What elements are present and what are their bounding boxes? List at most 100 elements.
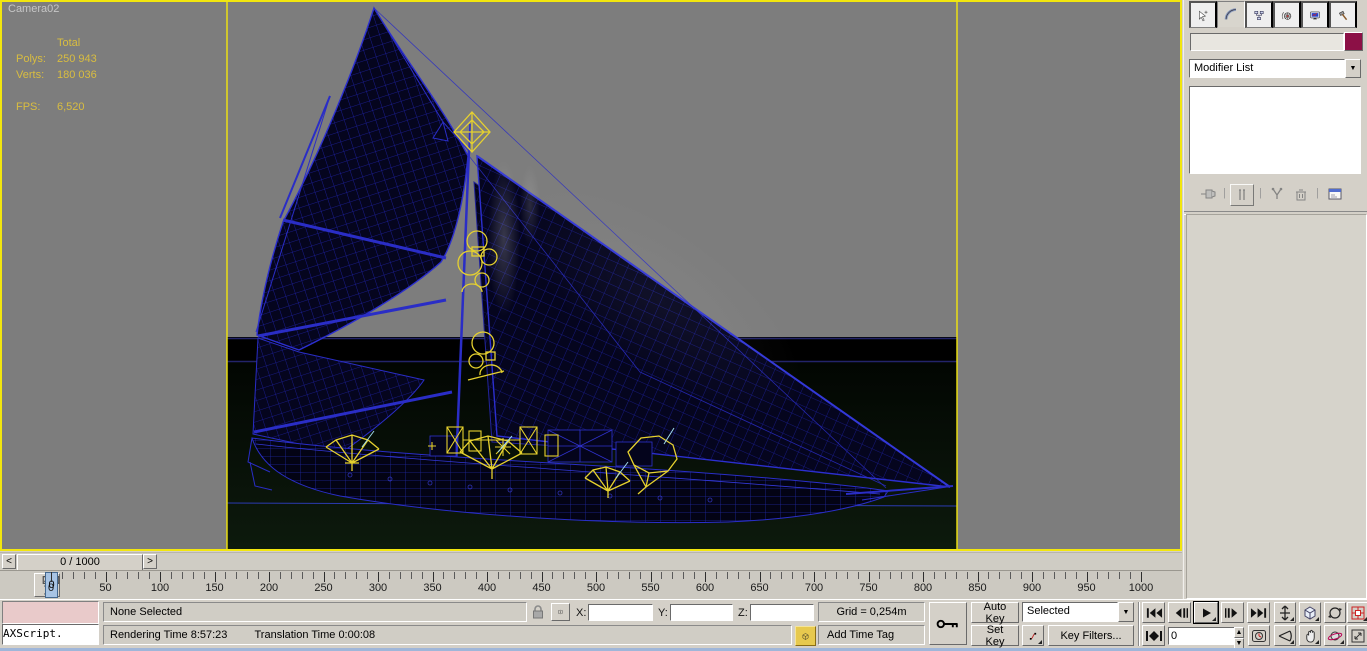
set-key-button[interactable]: Set Key — [971, 624, 1019, 648]
trackbar-ruler[interactable]: 0 0 50 100 150 200 250 300 350 400 450 500 550 600 65… — [0, 570, 1182, 600]
adaptive-degradation-toggle[interactable] — [795, 626, 816, 646]
modifier-list-dropdown[interactable]: Modifier List ▼ — [1189, 59, 1361, 78]
selection-lock-toggle[interactable] — [531, 604, 545, 623]
zoom-button[interactable] — [1274, 602, 1296, 623]
y-coordinate-field[interactable] — [670, 604, 733, 621]
tangent-curve-icon — [1029, 632, 1037, 640]
ruler-tick — [51, 572, 52, 582]
key-mode-dropdown[interactable]: Selected ▼ — [1022, 602, 1134, 622]
ruler-tick — [356, 572, 358, 579]
pin-stack-button[interactable] — [1197, 185, 1219, 205]
ruler-tick — [160, 572, 161, 582]
add-time-tag[interactable]: Add Time Tag — [818, 625, 925, 645]
ruler-tick-label: 800 — [913, 582, 933, 594]
orbit-button[interactable] — [1324, 625, 1346, 646]
ruler-tick — [933, 572, 935, 579]
configure-modifier-sets-button[interactable] — [1324, 185, 1346, 205]
tab-modify[interactable] — [1217, 1, 1245, 28]
absolute-mode-icon — [558, 609, 563, 615]
modifier-list-dropdown-button[interactable]: ▼ — [1345, 59, 1361, 78]
z-coordinate-field[interactable] — [750, 604, 814, 621]
object-name-field[interactable] — [1190, 33, 1344, 51]
zoom-extents-button[interactable] — [1299, 602, 1321, 623]
ruler-tick-label: 950 — [1077, 582, 1096, 594]
ruler-tick-label: 200 — [259, 582, 279, 594]
tab-hierarchy[interactable] — [1245, 1, 1273, 28]
maxscript-listener-output[interactable] — [2, 601, 99, 624]
maximize-viewport-toggle[interactable] — [1347, 625, 1367, 646]
key-icon — [936, 619, 958, 628]
play-button[interactable] — [1193, 601, 1219, 624]
flyout-corner — [1340, 640, 1344, 644]
ruler-tick — [955, 572, 957, 579]
ruler-tick — [443, 572, 445, 579]
time-configuration-clock-icon — [1252, 629, 1266, 642]
remove-modifier-button[interactable] — [1290, 185, 1312, 205]
ruler-tick-label: 650 — [750, 582, 769, 594]
time-slider-prev-button[interactable]: < — [2, 554, 16, 569]
go-to-start-button[interactable] — [1142, 602, 1165, 623]
key-mode-selected-value: Selected — [1022, 602, 1118, 622]
set-keys-button[interactable] — [929, 602, 967, 645]
spinner-up-icon[interactable]: ▲ — [1234, 627, 1244, 638]
time-slider-next-button[interactable]: > — [143, 554, 157, 569]
stats-fps-value: 6,520 — [57, 101, 85, 113]
grid-size-display: Grid = 0,254m — [818, 602, 925, 622]
motion-wheel-icon — [1281, 11, 1292, 20]
pan-button[interactable] — [1299, 625, 1321, 646]
auto-key-button[interactable]: Auto Key — [971, 601, 1019, 625]
time-configuration-button[interactable] — [1248, 625, 1270, 646]
ruler-tick — [1141, 572, 1142, 582]
ruler-tick — [563, 572, 565, 579]
key-mode-toggle-button[interactable] — [1142, 625, 1165, 646]
show-end-result-button[interactable] — [1230, 184, 1254, 206]
maxscript-listener-input[interactable]: AXScript. — [2, 624, 99, 645]
ruler-tick — [705, 572, 706, 582]
go-to-end-button[interactable] — [1247, 602, 1270, 623]
tab-utilities[interactable] — [1329, 1, 1357, 28]
key-filters-button[interactable]: Key Filters... — [1048, 625, 1134, 646]
ruler-tick-label: 500 — [586, 582, 606, 594]
chevron-right-icon: > — [147, 555, 153, 567]
key-mode-dropdown-button[interactable]: ▼ — [1118, 602, 1134, 622]
ruler-tick — [1086, 572, 1088, 582]
ruler-tick — [301, 572, 303, 579]
next-frame-button[interactable] — [1221, 602, 1244, 623]
camera-viewport[interactable]: Camera02 Total Polys: 250 943 Verts: 180… — [0, 0, 1182, 551]
create-arrow-icon — [1199, 10, 1208, 21]
z-coordinate-label: Z: — [738, 607, 748, 619]
ruler-tick — [541, 572, 543, 582]
x-coordinate-field[interactable] — [588, 604, 653, 621]
make-unique-button[interactable] — [1266, 185, 1288, 205]
tab-create[interactable] — [1189, 1, 1217, 28]
y-coordinate-label: Y: — [658, 607, 668, 619]
ruler-tick — [138, 572, 140, 579]
viewport-label[interactable]: Camera02 — [8, 3, 59, 15]
orbit-camera-button[interactable] — [1324, 602, 1346, 623]
modifier-stack-toolbar: | | | — [1184, 183, 1367, 207]
ruler-tick-label: 250 — [314, 582, 333, 594]
zoom-extents-all-button[interactable] — [1347, 602, 1367, 623]
tab-display[interactable] — [1301, 1, 1329, 28]
ruler-tick — [323, 572, 325, 582]
ruler-tick — [61, 572, 63, 579]
ruler-tick — [824, 572, 826, 579]
tab-motion[interactable] — [1273, 1, 1301, 28]
previous-frame-button[interactable] — [1168, 602, 1191, 623]
field-of-view-button[interactable] — [1274, 625, 1296, 646]
ruler-tick — [170, 572, 172, 579]
ruler-tick — [334, 572, 336, 579]
object-color-swatch[interactable] — [1344, 32, 1363, 51]
ruler-tick-label: 700 — [804, 582, 824, 594]
make-unique-icon — [1271, 187, 1283, 199]
frame-spinner[interactable]: ▲ ▼ — [1234, 627, 1244, 649]
absolute-mode-transform-toggle[interactable] — [551, 603, 570, 621]
ruler-tick — [269, 572, 270, 582]
default-tangents-button[interactable] — [1022, 625, 1044, 646]
ruler-tick — [105, 572, 107, 582]
frame-number-field[interactable] — [1168, 627, 1236, 645]
ruler-tick — [1130, 572, 1132, 579]
ruler-tick — [639, 572, 641, 579]
ruler-tick — [476, 572, 478, 579]
modifier-stack-list[interactable] — [1189, 86, 1361, 174]
